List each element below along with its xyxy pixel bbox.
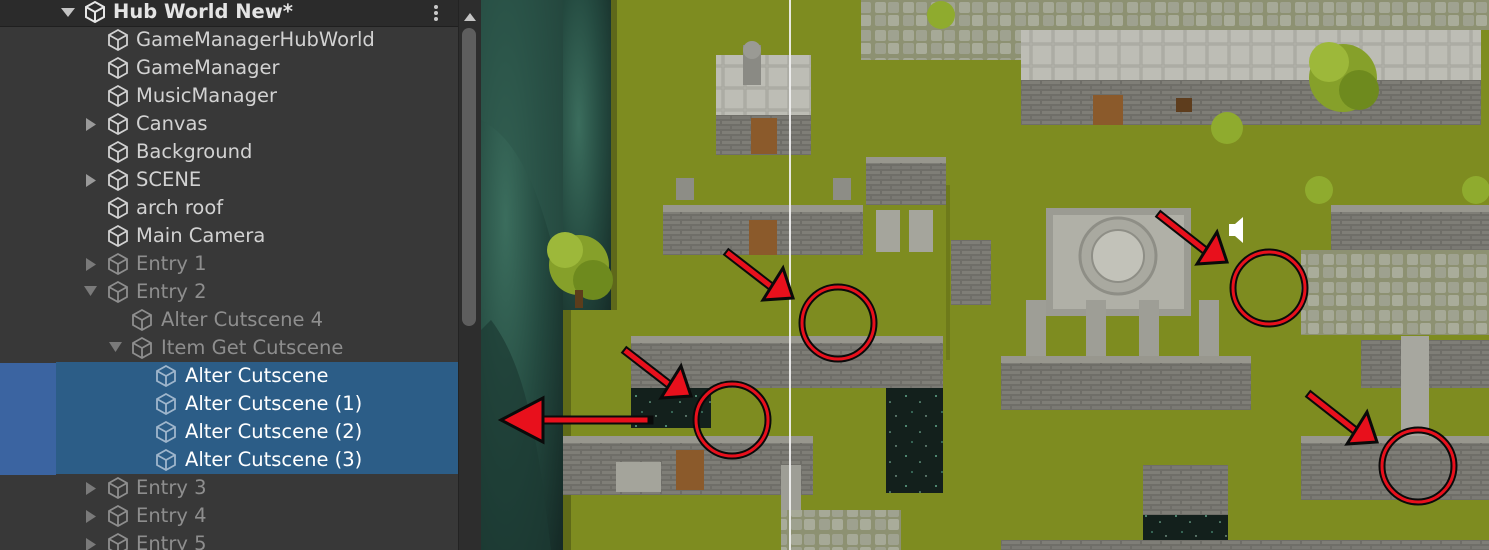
cube-icon: [155, 418, 177, 446]
hierarchy-panel: Hub World New* GameManagerHubWorld GameM…: [0, 0, 460, 550]
hierarchy-item-selected[interactable]: Alter Cutscene: [56, 362, 458, 390]
unity-logo-icon: [84, 0, 106, 24]
hierarchy-item[interactable]: Entry 5: [0, 530, 458, 550]
hierarchy-item[interactable]: Entry 4: [0, 502, 458, 530]
cube-icon: [107, 26, 129, 54]
expand-triangle-icon[interactable]: [86, 530, 100, 550]
hierarchy-item-label: Alter Cutscene (2): [185, 420, 363, 443]
expand-triangle-icon[interactable]: [86, 502, 100, 530]
hierarchy-item[interactable]: Entry 2: [0, 278, 458, 306]
hierarchy-item-label: Alter Cutscene (1): [185, 392, 363, 415]
hierarchy-item-label: Canvas: [136, 112, 208, 135]
hierarchy-scrollbar[interactable]: [458, 0, 481, 550]
hierarchy-item[interactable]: Entry 1: [0, 250, 458, 278]
hierarchy-item-label: SCENE: [136, 168, 202, 191]
hierarchy-item-label: Entry 2: [136, 280, 207, 303]
cube-icon: [131, 306, 153, 334]
collapse-triangle-icon[interactable]: [61, 0, 75, 28]
cube-icon: [107, 474, 129, 502]
hierarchy-item[interactable]: Item Get Cutscene: [0, 334, 458, 362]
cube-icon: [107, 54, 129, 82]
cube-icon: [107, 110, 129, 138]
expand-triangle-icon[interactable]: [86, 110, 100, 138]
cube-icon: [155, 446, 177, 474]
hierarchy-item-label: MusicManager: [136, 84, 277, 107]
cube-icon: [107, 166, 129, 194]
hierarchy-item[interactable]: Entry 3: [0, 474, 458, 502]
expand-triangle-icon[interactable]: [86, 250, 100, 278]
scrollbar-thumb[interactable]: [462, 28, 476, 326]
hierarchy-item[interactable]: Alter Cutscene 4: [0, 306, 458, 334]
hierarchy-item-label: Entry 1: [136, 252, 207, 275]
cube-icon: [107, 222, 129, 250]
selection-left-band: [0, 363, 56, 475]
cube-icon: [107, 194, 129, 222]
cube-icon: [107, 530, 129, 550]
hierarchy-item-label: GameManagerHubWorld: [136, 28, 375, 51]
hierarchy-item-label: Entry 4: [136, 504, 207, 527]
hierarchy-item-label: Alter Cutscene 4: [161, 308, 324, 331]
scene-title: Hub World New*: [113, 0, 293, 23]
hierarchy-item-label: Entry 3: [136, 476, 207, 499]
hierarchy-item[interactable]: Canvas: [0, 110, 458, 138]
hierarchy-item-label: Item Get Cutscene: [161, 336, 344, 359]
hierarchy-item[interactable]: Main Camera: [0, 222, 458, 250]
hierarchy-item-label: Main Camera: [136, 224, 266, 247]
hierarchy-item[interactable]: MusicManager: [0, 82, 458, 110]
hierarchy-item[interactable]: arch roof: [0, 194, 458, 222]
cube-icon: [131, 334, 153, 362]
cube-icon: [107, 250, 129, 278]
hierarchy-item[interactable]: Background: [0, 138, 458, 166]
collapse-triangle-icon[interactable]: [84, 278, 98, 306]
hierarchy-item-selected[interactable]: Alter Cutscene (2): [56, 418, 458, 446]
scroll-up-arrow-icon[interactable]: [464, 6, 476, 25]
hierarchy-item-label: GameManager: [136, 56, 280, 79]
hierarchy-item-label: Entry 5: [136, 532, 207, 550]
hierarchy-item[interactable]: GameManager: [0, 54, 458, 82]
hierarchy-item-selected[interactable]: Alter Cutscene (3): [56, 446, 458, 474]
hierarchy-item[interactable]: GameManagerHubWorld: [0, 26, 458, 54]
hierarchy-item-label: Background: [136, 140, 253, 163]
expand-triangle-icon[interactable]: [86, 166, 100, 194]
kebab-menu-icon[interactable]: [430, 3, 442, 23]
hierarchy-item-label: arch roof: [136, 196, 224, 219]
hierarchy-item-label: Alter Cutscene (3): [185, 448, 363, 471]
hierarchy-item-selected[interactable]: Alter Cutscene (1): [56, 390, 458, 418]
collapse-triangle-icon[interactable]: [109, 334, 123, 362]
cube-icon: [107, 502, 129, 530]
hierarchy-item[interactable]: SCENE: [0, 166, 458, 194]
cube-icon: [155, 390, 177, 418]
scene-header-row[interactable]: Hub World New*: [0, 0, 458, 27]
hierarchy-item-label: Alter Cutscene: [185, 364, 329, 387]
scene-map: [481, 0, 1489, 550]
cube-icon: [155, 362, 177, 390]
expand-triangle-icon[interactable]: [86, 474, 100, 502]
cube-icon: [107, 82, 129, 110]
scene-view[interactable]: [481, 0, 1489, 550]
cube-icon: [107, 278, 129, 306]
cube-icon: [107, 138, 129, 166]
unity-editor: Hub World New* GameManagerHubWorld GameM…: [0, 0, 1489, 550]
